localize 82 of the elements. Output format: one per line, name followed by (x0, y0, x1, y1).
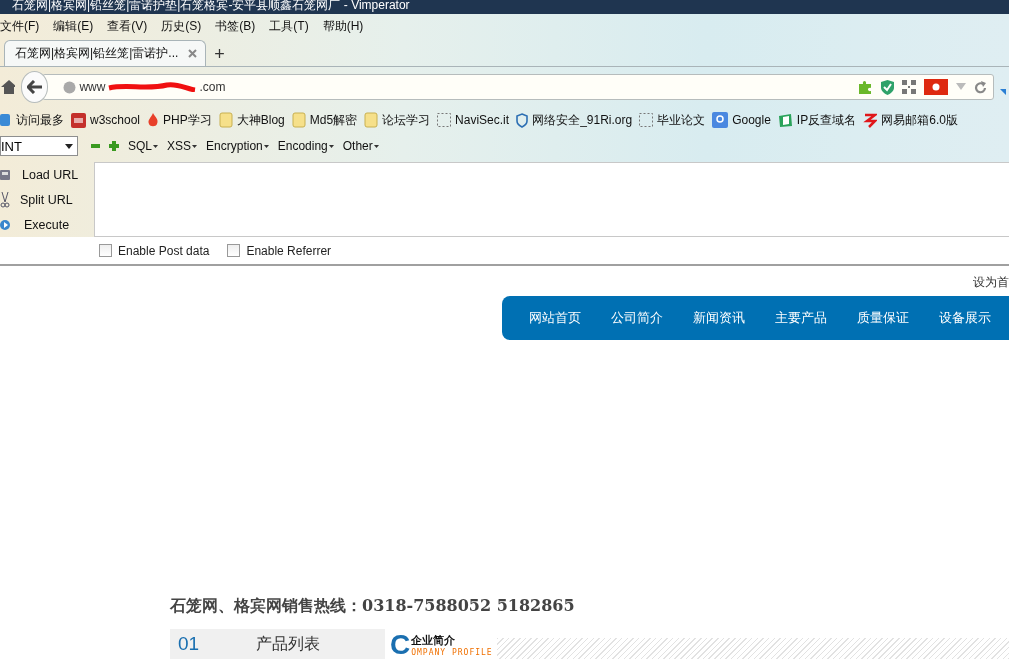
url-text: www (79, 80, 106, 94)
qr-code-icon[interactable] (902, 80, 917, 94)
set-homepage-link[interactable]: 设为首 (973, 274, 1009, 291)
menu-item[interactable]: 查看(V) (107, 17, 148, 35)
menu-item[interactable]: 文件(F) (0, 17, 40, 35)
bookmark-item[interactable]: NaviSec.it (437, 113, 510, 127)
folder-icon (364, 112, 379, 128)
back-arrow-icon (26, 80, 43, 94)
google-icon (712, 112, 729, 128)
shield-check-icon[interactable] (881, 79, 895, 95)
bookmark-item[interactable]: Google (712, 112, 771, 128)
globe-icon (63, 80, 77, 94)
bookmark-item[interactable]: PHP学习 (147, 111, 212, 129)
hackbar-action-button[interactable]: Split URL (0, 187, 94, 212)
option-checkbox[interactable]: Enable Referrer (227, 243, 332, 258)
nav-link[interactable]: 网站首页 (529, 309, 581, 327)
caret-icon (328, 144, 334, 148)
section-number: 01 (178, 633, 201, 655)
back-button[interactable] (20, 71, 49, 103)
hotline-text: 石笼网、格宾网销售热线：0318-7588052 5182865 (170, 596, 575, 617)
caret-icon (65, 143, 73, 149)
nav-link[interactable]: 新闻资讯 (693, 309, 745, 327)
bookmark-item[interactable]: 论坛学习 (364, 111, 431, 129)
flag-icon[interactable] (924, 79, 949, 95)
blank-page-icon (639, 113, 654, 127)
hackbar-menu[interactable]: XSS (167, 139, 198, 153)
caret-icon (373, 144, 379, 148)
url-input-area[interactable] (94, 162, 1009, 237)
caret-icon (263, 144, 269, 148)
nav-link[interactable]: 主要产品 (775, 309, 827, 327)
play-icon (0, 218, 12, 231)
flame-icon (147, 112, 160, 128)
bookmark-item[interactable]: w3school (71, 112, 141, 128)
type-select[interactable]: INT (0, 136, 78, 156)
address-field[interactable]: www .com (42, 74, 995, 100)
caret-icon (192, 144, 198, 148)
dropdown-icon[interactable] (956, 83, 967, 91)
menu-item[interactable]: 历史(S) (161, 17, 202, 35)
reload-icon[interactable] (974, 80, 988, 94)
blank-page-icon (437, 113, 452, 127)
checkbox[interactable] (227, 244, 241, 257)
nav-link[interactable]: 公司简介 (611, 309, 663, 327)
profile-letter: C (390, 631, 411, 659)
profile-subtitle: OMPANY PROFILE (411, 648, 493, 657)
puzzle-icon[interactable] (857, 79, 874, 95)
home-icon[interactable] (1, 80, 15, 94)
hackbar-menu[interactable]: Other (342, 139, 379, 153)
bookmark-item[interactable]: 大神Blog (218, 111, 285, 129)
nav-link[interactable]: 设备展示 (939, 309, 991, 327)
bookmark-item[interactable]: 访问最多 (0, 111, 64, 129)
bookmark-item[interactable]: IP反查域名 (777, 111, 857, 129)
option-checkbox[interactable]: Enable Post data (99, 243, 210, 258)
hackbar-action-button[interactable]: Load URL (0, 162, 94, 187)
bookmark-item[interactable]: Md5解密 (291, 111, 358, 129)
menu-item[interactable]: 帮助(H) (322, 17, 364, 35)
bookmark-item[interactable]: 网易邮箱6.0版 (863, 111, 958, 129)
menu-item[interactable]: 书签(B) (215, 17, 256, 35)
plus-icon[interactable] (109, 141, 119, 151)
section-title: 产品列表 (256, 633, 320, 654)
ip-icon (777, 112, 793, 128)
browser-tab[interactable]: 石笼网|格宾网|铅丝笼|雷诺护... (4, 40, 207, 66)
shield-icon (516, 112, 529, 128)
bookmark-item[interactable]: 毕业论文 (639, 111, 706, 129)
tab-title: 石笼网|格宾网|铅丝笼|雷诺护... (15, 45, 179, 62)
hackbar-action-button[interactable]: Execute (0, 212, 94, 237)
bookmark-item[interactable]: 网络安全_91Ri.org (516, 111, 633, 129)
nav-link[interactable]: 质量保证 (857, 309, 909, 327)
w3-icon (71, 112, 86, 128)
menu-item[interactable]: 工具(T) (269, 17, 309, 35)
hackbar-menu[interactable]: Encryption (206, 139, 269, 153)
menu-item[interactable]: 编辑(E) (53, 17, 94, 35)
folder-icon (291, 112, 306, 128)
hackbar-menu[interactable]: SQL (128, 139, 158, 153)
new-tab-button[interactable]: + (214, 42, 225, 66)
hackbar-menu[interactable]: Encoding (277, 139, 334, 153)
checkbox[interactable] (99, 244, 112, 257)
folder-icon (218, 112, 233, 128)
caret-icon (153, 144, 158, 148)
scissors-icon (0, 191, 10, 208)
close-icon[interactable] (188, 49, 198, 58)
profile-title: 企业简介 (411, 633, 457, 648)
url-text: .com (199, 80, 226, 94)
